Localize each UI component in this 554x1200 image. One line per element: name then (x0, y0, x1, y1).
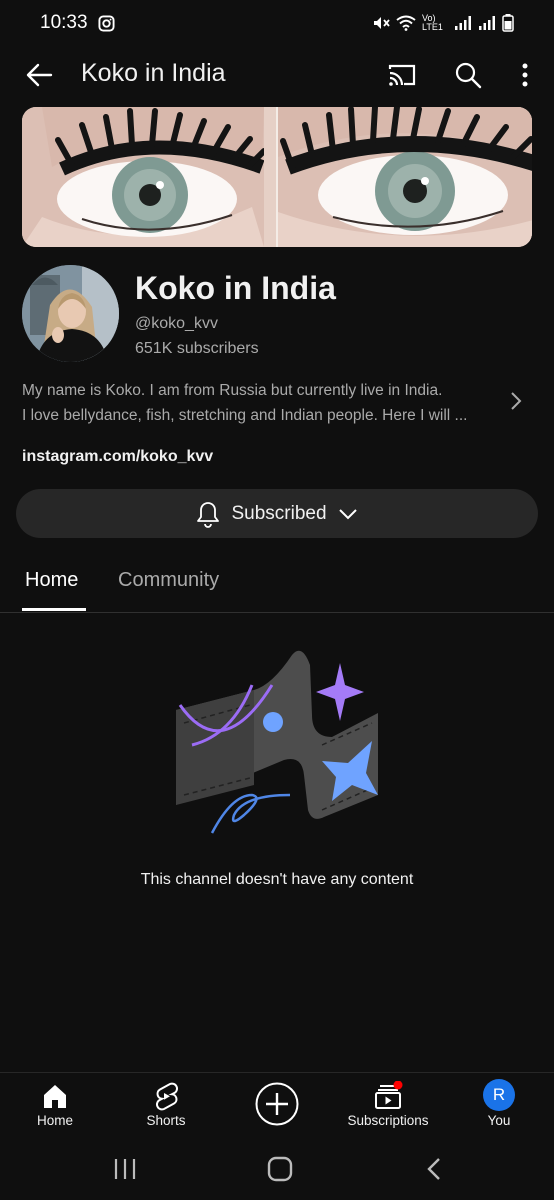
nav-create[interactable] (222, 1073, 332, 1137)
channel-banner (22, 107, 532, 247)
bottom-nav: Home Shorts Subscriptions R You (0, 1072, 554, 1136)
nav-shorts[interactable]: Shorts (111, 1073, 221, 1137)
tab-home[interactable]: Home (25, 569, 78, 592)
channel-tabs: Home Community (0, 555, 554, 613)
empty-state-message: This channel doesn't have any content (140, 871, 414, 888)
shorts-icon (156, 1082, 178, 1111)
page-title: Koko in India (81, 59, 226, 87)
network-label: Vo) LTE1 (422, 13, 443, 32)
nav-shorts-label: Shorts (146, 1113, 186, 1128)
cast-icon[interactable] (387, 60, 417, 90)
description-line-2: I love bellydance, fish, stretching and … (22, 407, 468, 424)
status-bar: 10:33 Vo) LTE1 (0, 0, 554, 46)
search-icon[interactable] (453, 60, 483, 90)
subscriptions-icon (375, 1081, 403, 1109)
recent-apps-icon[interactable] (110, 1156, 140, 1182)
banner-eye-left (22, 107, 276, 247)
battery-icon (502, 14, 514, 32)
channel-link[interactable]: instagram.com/koko_kvv (22, 448, 213, 466)
subscribed-label: Subscribed (231, 502, 327, 524)
nav-home[interactable]: Home (0, 1073, 110, 1137)
system-nav-bar (0, 1136, 554, 1200)
app-header: Koko in India (0, 50, 554, 102)
user-avatar: R (483, 1079, 515, 1111)
tab-selected-indicator (22, 608, 86, 611)
signal-icon (455, 16, 471, 30)
description-line-1: My name is Koko. I am from Russia but cu… (22, 382, 443, 399)
back-arrow-icon[interactable] (24, 60, 54, 90)
chevron-right-icon[interactable] (507, 390, 525, 412)
home-icon (44, 1085, 66, 1108)
tab-community[interactable]: Community (118, 569, 219, 592)
channel-avatar[interactable] (22, 265, 119, 362)
subscriber-count: 651K subscribers (135, 340, 259, 357)
wifi-icon (396, 15, 416, 31)
nav-you-label: You (487, 1113, 511, 1128)
status-time: 10:33 (40, 12, 88, 33)
banner-eye-right (276, 107, 532, 247)
nav-subscriptions[interactable]: Subscriptions (333, 1073, 443, 1137)
nav-home-label: Home (36, 1113, 73, 1128)
bell-icon (197, 501, 220, 528)
home-button-icon[interactable] (265, 1156, 295, 1182)
chevron-down-icon (338, 508, 357, 519)
nav-subscriptions-label: Subscriptions (347, 1113, 429, 1128)
create-icon (255, 1082, 299, 1126)
channel-handle: @koko_kvv (135, 315, 218, 332)
empty-channel-illustration (176, 650, 378, 834)
channel-name: Koko in India (135, 270, 336, 306)
channel-description[interactable]: My name is Koko. I am from Russia but cu… (22, 378, 492, 428)
nav-you[interactable]: R You (444, 1073, 554, 1137)
notification-dot (393, 1081, 403, 1090)
more-vert-icon[interactable] (510, 60, 540, 90)
system-back-icon[interactable] (420, 1156, 450, 1182)
subscribed-button[interactable]: Subscribed (16, 489, 538, 538)
signal-icon-2 (479, 16, 495, 30)
instagram-icon (98, 14, 115, 32)
mute-icon (374, 17, 390, 29)
